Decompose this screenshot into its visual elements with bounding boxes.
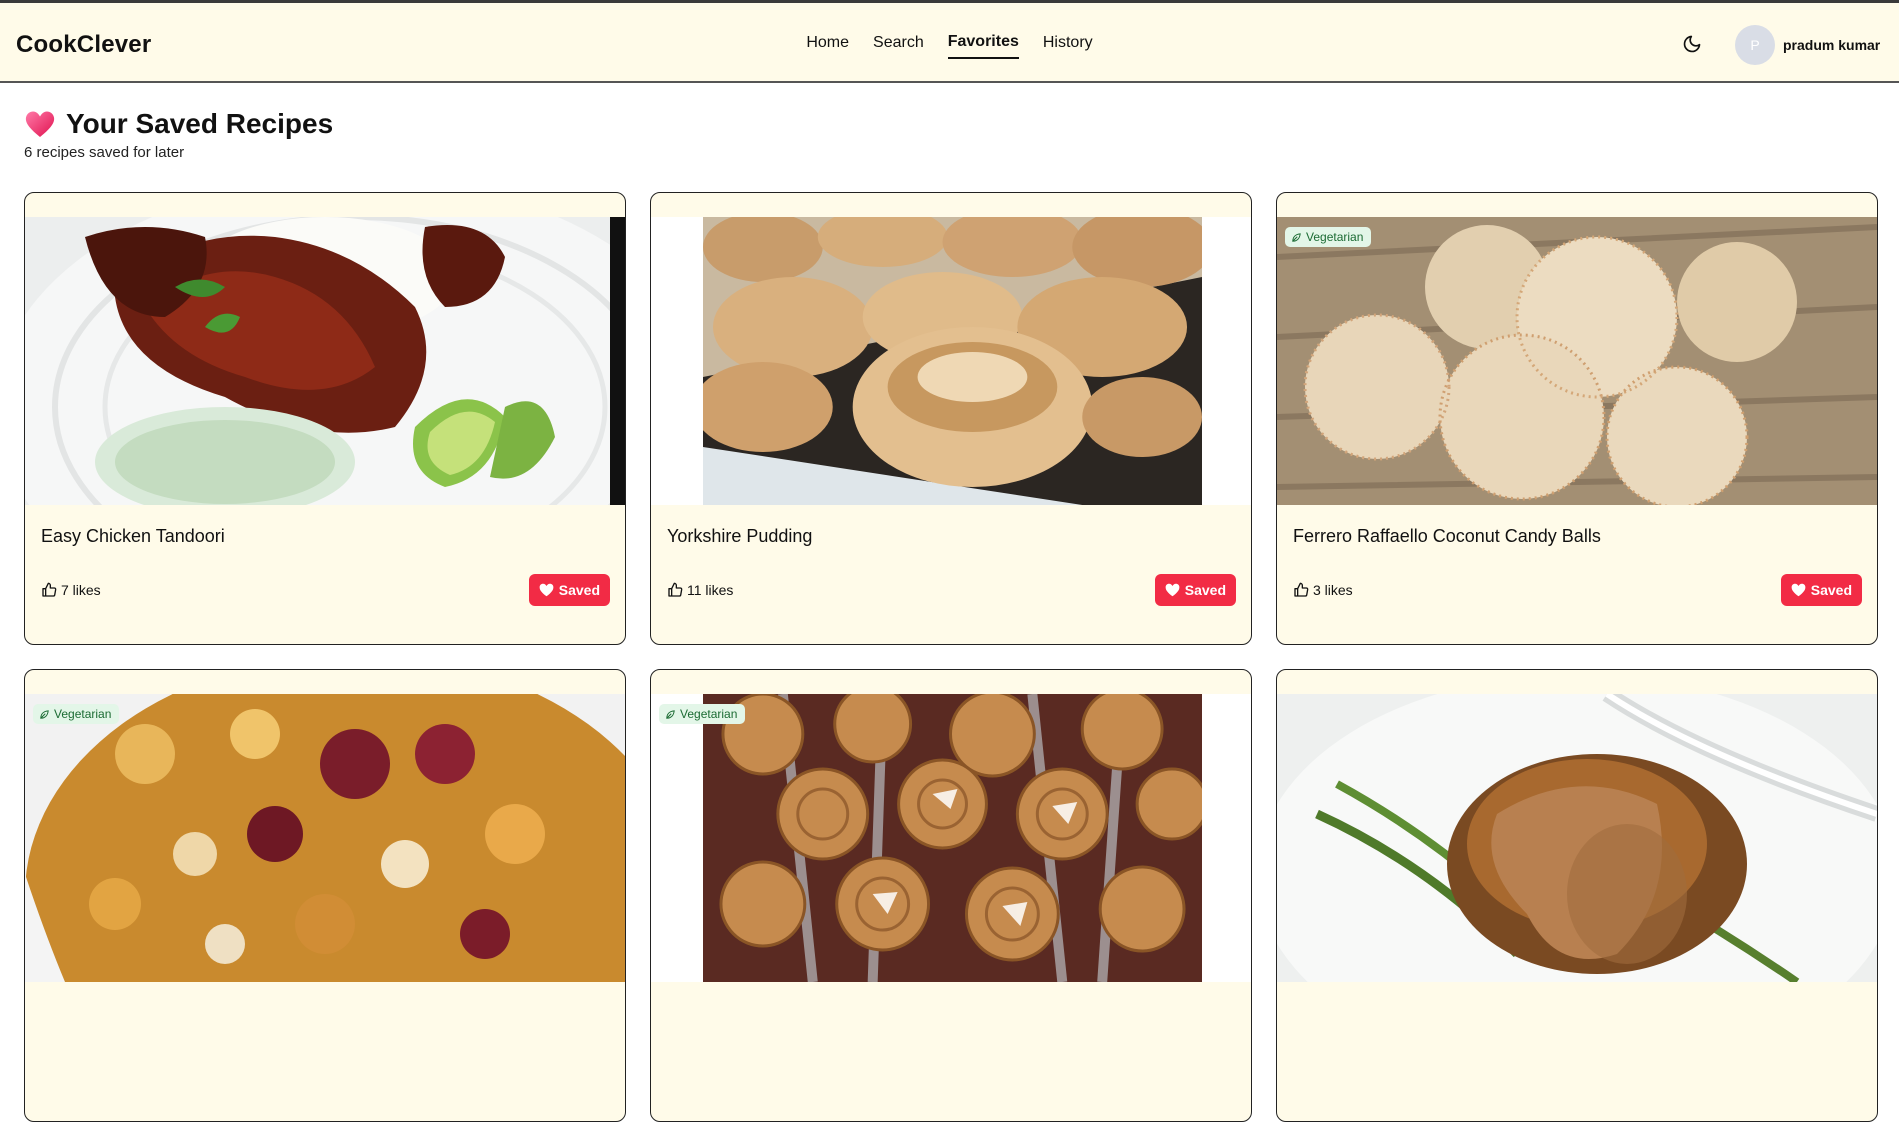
recipe-card[interactable]: Yorkshire Pudding 11 likes Saved (650, 192, 1252, 645)
page-title: Your Saved Recipes (24, 108, 333, 140)
likes-label: 3 likes (1313, 582, 1353, 598)
recipe-title[interactable]: Ferrero Raffaello Coconut Candy Balls (1293, 526, 1601, 547)
likes-count: 11 likes (667, 582, 733, 598)
thumbs-up-icon (42, 582, 57, 597)
recipe-image[interactable] (1277, 694, 1877, 982)
vegetarian-badge: Vegetarian (1285, 227, 1372, 247)
recipe-card[interactable]: Vegetarian Ferrero Raffaello Coconut Can… (1276, 192, 1878, 645)
recipe-photo (25, 694, 625, 982)
recipe-card[interactable] (1276, 669, 1878, 1122)
brand-logo[interactable]: CookClever (16, 31, 151, 59)
vegetarian-label: Vegetarian (680, 707, 738, 721)
moon-icon[interactable] (1682, 34, 1702, 54)
recipe-card[interactable]: Easy Chicken Tandoori 7 likes Saved (24, 192, 626, 645)
nav-history[interactable]: History (1043, 28, 1093, 58)
recipe-title[interactable]: Yorkshire Pudding (667, 526, 812, 547)
saved-label: Saved (1184, 582, 1226, 598)
page-title-text: Your Saved Recipes (66, 108, 334, 139)
recipe-photo (1277, 217, 1877, 505)
recipe-photo (1277, 694, 1877, 982)
recipe-card[interactable]: Vegetarian (24, 669, 626, 1122)
saved-count: 6 recipes saved for later (24, 144, 185, 161)
likes-label: 11 likes (687, 582, 734, 598)
heart-icon (1791, 583, 1806, 597)
likes-count: 7 likes (41, 582, 101, 598)
leaf-icon (1292, 232, 1301, 242)
thumbs-up-icon (668, 582, 683, 597)
saved-button[interactable]: Saved (1780, 574, 1862, 606)
recipe-photo (703, 694, 1202, 982)
saved-label: Saved (1810, 582, 1852, 598)
app-header: CookClever Home Search Favorites History… (0, 3, 1899, 83)
vegetarian-badge: Vegetarian (33, 704, 120, 724)
recipe-grid: Easy Chicken Tandoori 7 likes Saved York… (24, 192, 1878, 1122)
recipe-image[interactable]: Vegetarian (1277, 217, 1877, 505)
main-nav: Home Search Favorites History (0, 3, 1899, 83)
saved-button[interactable]: Saved (528, 574, 610, 606)
page-header: Your Saved Recipes 6 recipes saved for l… (24, 108, 333, 161)
user-name[interactable]: pradum kumar (1783, 37, 1880, 53)
recipe-image[interactable] (25, 217, 625, 505)
likes-count: 3 likes (1293, 582, 1353, 598)
recipe-photo (25, 217, 625, 505)
recipe-image[interactable] (651, 217, 1251, 505)
heart-icon (539, 583, 554, 597)
recipe-image[interactable]: Vegetarian (651, 694, 1251, 982)
nav-search[interactable]: Search (873, 28, 924, 58)
heart-emoji-icon (25, 111, 55, 137)
recipe-title[interactable]: Easy Chicken Tandoori (41, 526, 225, 547)
recipe-photo (703, 217, 1202, 505)
thumbs-up-icon (1294, 582, 1309, 597)
saved-label: Saved (558, 582, 600, 598)
leaf-icon (666, 709, 675, 719)
likes-label: 7 likes (61, 582, 101, 598)
nav-favorites[interactable]: Favorites (947, 27, 1019, 59)
vegetarian-label: Vegetarian (1306, 230, 1364, 244)
nav-home[interactable]: Home (806, 28, 849, 58)
saved-button[interactable]: Saved (1154, 574, 1236, 606)
recipe-card[interactable]: Vegetarian (650, 669, 1252, 1122)
vegetarian-badge: Vegetarian (659, 704, 746, 724)
avatar[interactable]: P (1735, 25, 1775, 65)
heart-icon (1165, 583, 1180, 597)
recipe-image[interactable]: Vegetarian (25, 694, 625, 982)
vegetarian-label: Vegetarian (54, 707, 112, 721)
leaf-icon (40, 709, 49, 719)
